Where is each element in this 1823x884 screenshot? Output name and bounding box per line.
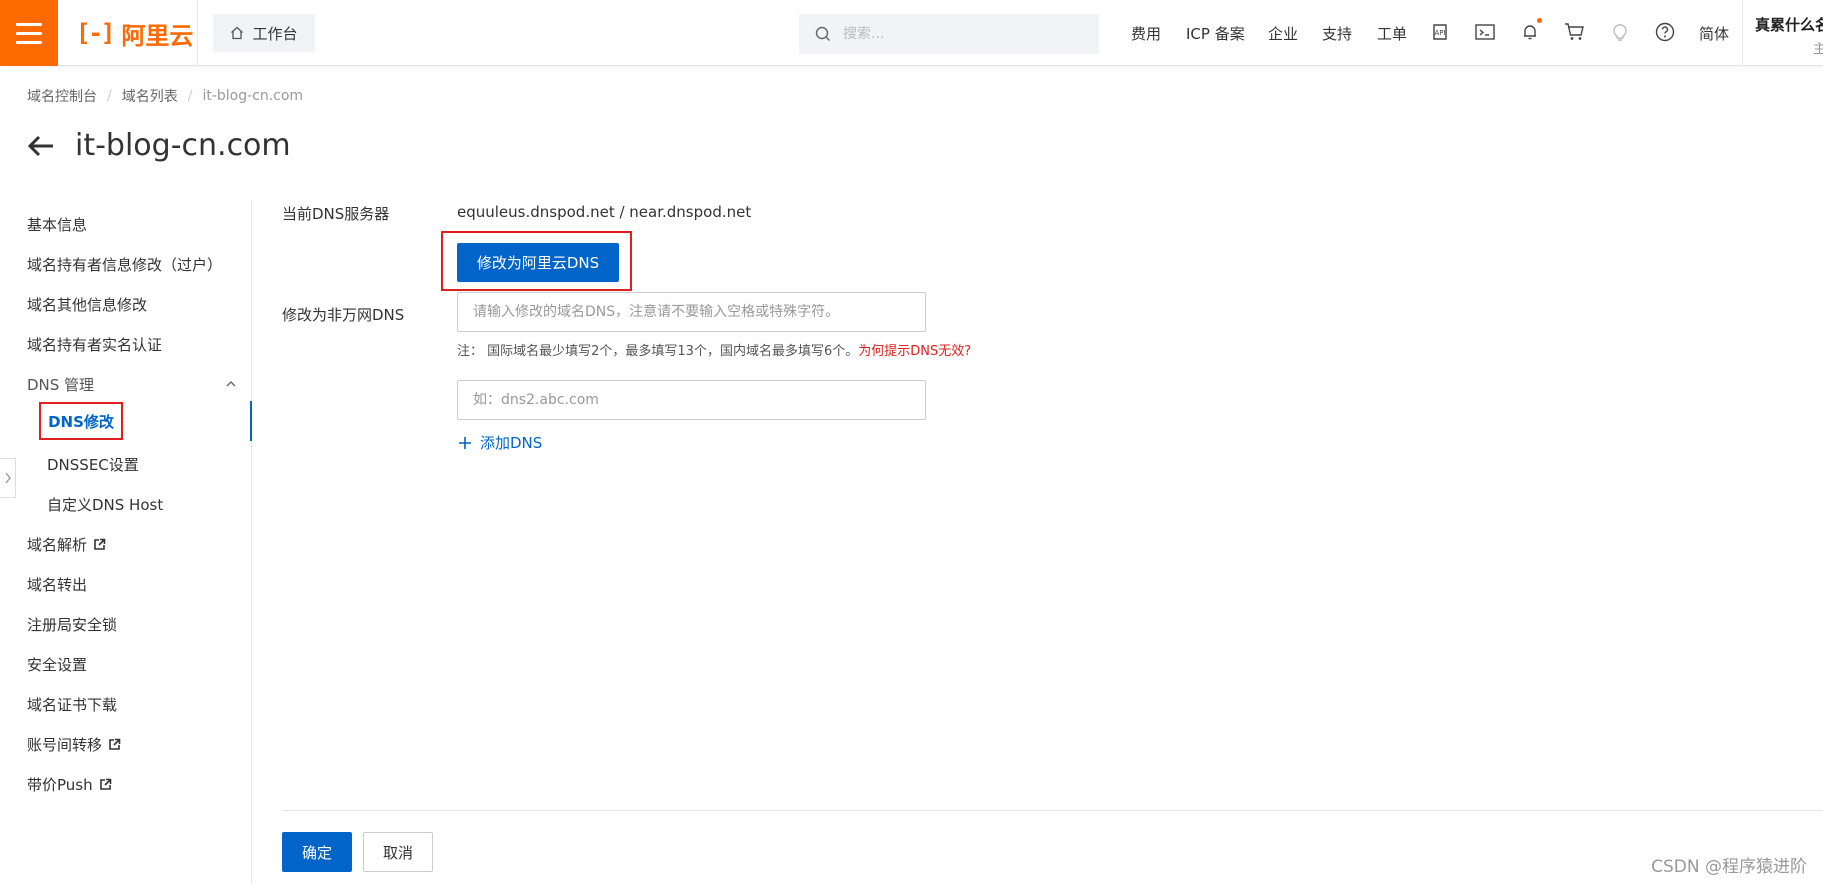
hamburger-menu-button[interactable] <box>0 0 58 66</box>
lightbulb-icon[interactable] <box>1608 20 1632 44</box>
sidebar-item-label: 带价Push <box>27 776 93 794</box>
add-dns-label: 添加DNS <box>480 434 543 452</box>
sidebar-group-dns[interactable]: DNS 管理 <box>27 374 94 395</box>
nav-support[interactable]: 支持 <box>1322 0 1352 66</box>
sidebar-item-price-push[interactable]: 带价Push <box>27 774 112 795</box>
sidebar-item-cert-download[interactable]: 域名证书下载 <box>27 694 117 715</box>
sidebar-item-custom-dns-host[interactable]: 自定义DNS Host <box>47 494 163 515</box>
help-icon[interactable] <box>1653 20 1677 44</box>
top-navbar: [-] 阿里云 工作台 费用 ICP 备案 企业 支持 工单 API 简体 真累… <box>0 0 1823 66</box>
sidebar-item-domain-resolve[interactable]: 域名解析 <box>27 534 106 555</box>
page-header: it-blog-cn.com <box>25 128 291 163</box>
plus-icon <box>459 436 471 449</box>
divider <box>197 0 198 66</box>
nav-enterprise[interactable]: 企业 <box>1268 0 1298 66</box>
footer-divider <box>282 810 1823 811</box>
sidebar-item-basic-info[interactable]: 基本信息 <box>27 214 87 235</box>
dns2-input[interactable] <box>457 380 926 420</box>
dns-note: 注： 国际域名最少填写2个，最多填写13个，国内域名最多填写6个。为何提示DNS… <box>457 340 971 359</box>
notification-dot <box>1537 18 1542 23</box>
svg-text:API: API <box>1434 29 1445 37</box>
current-dns-value: equuleus.dnspod.net / near.dnspod.net <box>457 203 752 221</box>
sidebar-item-holder-change[interactable]: 域名持有者信息修改（过户） <box>27 254 222 275</box>
language-switch[interactable]: 简体 <box>1699 0 1729 66</box>
sidebar-item-registry-lock[interactable]: 注册局安全锁 <box>27 614 117 635</box>
nav-ticket[interactable]: 工单 <box>1377 0 1407 66</box>
dns1-input[interactable] <box>457 292 926 332</box>
chevron-up-icon[interactable] <box>224 377 238 391</box>
breadcrumb-separator: / <box>187 88 193 104</box>
switch-to-aliyun-dns-button[interactable]: 修改为阿里云DNS <box>457 243 619 282</box>
invalid-dns-help-link[interactable]: 为何提示DNS无效? <box>858 344 971 359</box>
divider <box>1742 0 1743 66</box>
sidebar-item-account-transfer[interactable]: 账号间转移 <box>27 734 121 755</box>
breadcrumb-domain-list[interactable]: 域名列表 <box>122 86 178 106</box>
breadcrumb-separator: / <box>107 88 112 104</box>
menu-line <box>16 40 42 44</box>
terminal-icon[interactable] <box>1473 20 1497 44</box>
nav-icp[interactable]: ICP 备案 <box>1186 0 1245 66</box>
active-indicator <box>250 401 252 441</box>
home-icon <box>231 26 244 40</box>
logo-mark: [-] <box>76 19 115 47</box>
cart-icon[interactable] <box>1563 20 1587 44</box>
confirm-button[interactable]: 确定 <box>282 832 352 872</box>
current-dns-label: 当前DNS服务器 <box>282 205 390 223</box>
sidebar-item-realname[interactable]: 域名持有者实名认证 <box>27 334 162 355</box>
workbench-button[interactable]: 工作台 <box>213 14 315 52</box>
user-account-type: 主 <box>1813 42 1823 57</box>
nav-billing[interactable]: 费用 <box>1131 0 1161 66</box>
api-icon[interactable]: API <box>1428 20 1452 44</box>
sidebar-collapse-toggle[interactable] <box>0 458 16 498</box>
menu-line <box>16 22 42 26</box>
breadcrumb-current: it-blog-cn.com <box>202 88 304 104</box>
cancel-button[interactable]: 取消 <box>363 832 433 872</box>
external-link-icon <box>94 538 106 550</box>
sidebar-item-dnssec[interactable]: DNSSEC设置 <box>47 454 139 475</box>
menu-line <box>16 31 42 35</box>
aliyun-logo[interactable]: [-] 阿里云 <box>76 18 194 50</box>
watermark: CSDN @程序猿进阶 <box>1651 857 1807 877</box>
custom-dns-label: 修改为非万网DNS <box>282 306 405 324</box>
search-icon <box>815 26 830 41</box>
breadcrumb: 域名控制台 / 域名列表 / it-blog-cn.com <box>27 86 303 106</box>
workbench-label: 工作台 <box>252 24 298 43</box>
sidebar-item-security[interactable]: 安全设置 <box>27 654 87 675</box>
external-link-icon <box>109 738 121 750</box>
logo-text: 阿里云 <box>121 21 194 50</box>
back-arrow-icon[interactable] <box>25 130 57 162</box>
external-link-icon <box>99 778 111 790</box>
sidebar-item-label: 账号间转移 <box>27 736 103 754</box>
search-input[interactable] <box>843 26 1083 42</box>
search-box[interactable] <box>799 14 1099 54</box>
page-title: it-blog-cn.com <box>75 128 291 163</box>
sidebar-item-other-info[interactable]: 域名其他信息修改 <box>27 294 147 315</box>
chevron-right-icon <box>4 472 11 484</box>
bell-icon[interactable] <box>1518 18 1542 44</box>
sidebar-item-label: 域名解析 <box>27 536 88 554</box>
sidebar-item-transfer-out[interactable]: 域名转出 <box>27 574 87 595</box>
user-name[interactable]: 真累什么名 <box>1755 14 1823 35</box>
breadcrumb-domain-console[interactable]: 域名控制台 <box>27 86 97 106</box>
add-dns-button[interactable]: 添加DNS <box>458 432 542 453</box>
note-text: 注： 国际域名最少填写2个，最多填写13个，国内域名最多填写6个。 <box>457 344 859 359</box>
sidebar-item-dns-modify[interactable]: DNS修改 <box>39 402 123 440</box>
